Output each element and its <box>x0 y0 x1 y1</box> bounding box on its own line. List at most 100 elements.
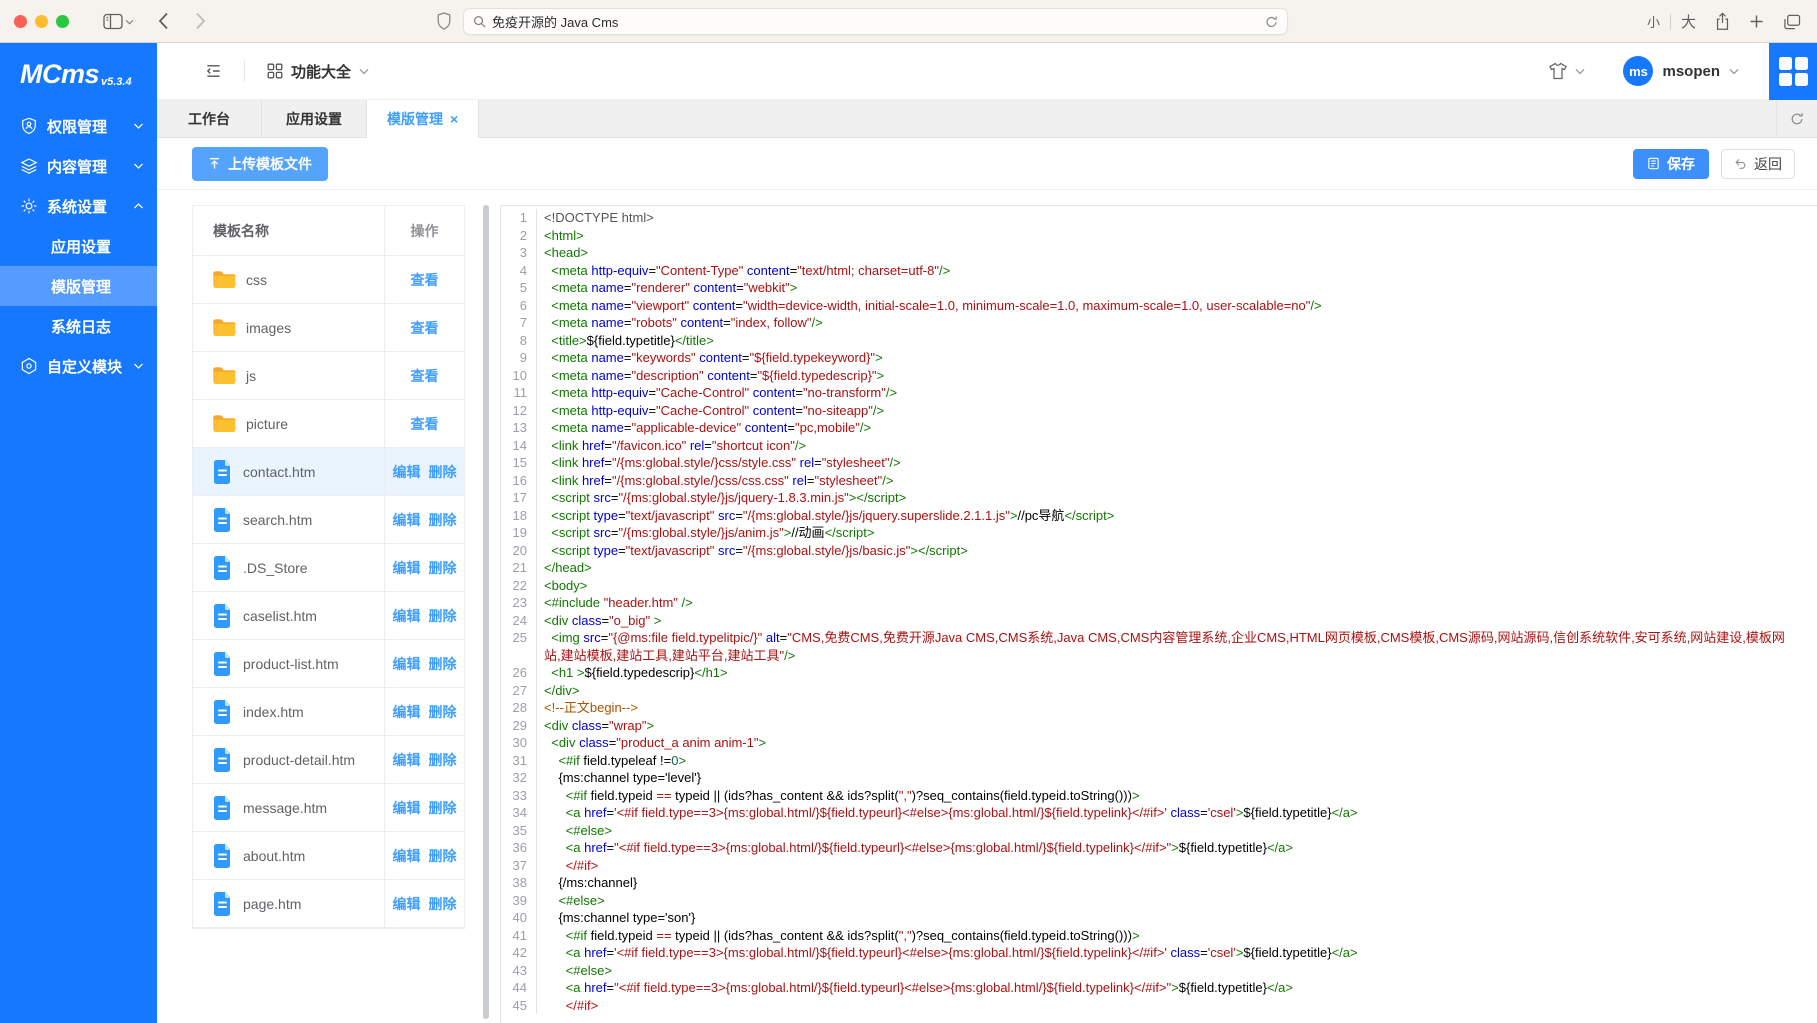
file-row-product-list.htm[interactable]: product-list.htm编辑删除 <box>193 640 464 688</box>
file-row-caselist.htm[interactable]: caselist.htm编辑删除 <box>193 592 464 640</box>
code-text[interactable]: <meta name="description" content="${fiel… <box>537 367 1817 385</box>
address-bar[interactable]: 免疫开源的 Java Cms <box>463 8 1288 35</box>
edit-link[interactable]: 编辑 <box>393 606 421 626</box>
delete-link[interactable]: 删除 <box>429 750 457 770</box>
new-tab-icon[interactable] <box>1749 14 1764 29</box>
code-text[interactable]: <div class="wrap"> <box>537 717 1817 735</box>
edit-link[interactable]: 编辑 <box>393 846 421 866</box>
file-row-picture[interactable]: picture查看 <box>193 400 464 448</box>
file-row-contact.htm[interactable]: contact.htm编辑删除 <box>193 448 464 496</box>
delete-link[interactable]: 删除 <box>429 606 457 626</box>
minimize-window-button[interactable] <box>35 15 48 28</box>
view-link[interactable]: 查看 <box>411 414 439 434</box>
code-text[interactable]: <h1 >${field.typedescrip}</h1> <box>537 664 1817 682</box>
sidebar-item-permission-management[interactable]: 权限管理 <box>0 106 157 146</box>
save-button[interactable]: 保存 <box>1633 149 1709 179</box>
file-row-js[interactable]: js查看 <box>193 352 464 400</box>
sidebar-chevron-icon[interactable] <box>125 12 134 30</box>
sidebar-item-custom-module[interactable]: 自定义模块 <box>0 346 157 386</box>
sidebar-subitem-template-management[interactable]: 模版管理 <box>0 266 157 306</box>
file-row-product-detail.htm[interactable]: product-detail.htm编辑删除 <box>193 736 464 784</box>
code-text[interactable]: </div> <box>537 682 1817 700</box>
code-text[interactable]: <meta name="applicable-device" content="… <box>537 419 1817 437</box>
share-icon[interactable] <box>1715 12 1730 31</box>
edit-link[interactable]: 编辑 <box>393 510 421 530</box>
zoom-in-label[interactable]: 大 <box>1681 11 1696 32</box>
code-text[interactable]: <div class="o_big" > <box>537 612 1817 630</box>
delete-link[interactable]: 删除 <box>429 798 457 818</box>
code-text[interactable]: <script src="/{ms:global.style/}js/jquer… <box>537 489 1817 507</box>
file-list-scrollbar[interactable] <box>483 205 489 1019</box>
code-text[interactable]: </head> <box>537 559 1817 577</box>
code-text[interactable]: {ms:channel type='son'} <box>537 909 1817 927</box>
theme-skin-icon[interactable] <box>1548 62 1585 80</box>
code-text[interactable]: <a href="<#if field.type==3>{ms:global.h… <box>537 979 1817 997</box>
code-text[interactable]: <meta name="renderer" content="webkit"> <box>537 279 1817 297</box>
upload-template-button[interactable]: 上传模板文件 <box>192 147 328 181</box>
sidebar-subitem-app-settings[interactable]: 应用设置 <box>0 226 157 266</box>
code-text[interactable]: <meta name="robots" content="index, foll… <box>537 314 1817 332</box>
zoom-out-label[interactable]: 小 <box>1647 12 1660 31</box>
code-text[interactable]: {/ms:channel} <box>537 874 1817 892</box>
code-text[interactable]: <!DOCTYPE html> <box>537 209 1817 227</box>
code-text[interactable]: {ms:channel type='level'} <box>537 769 1817 787</box>
code-text[interactable]: <meta name="viewport" content="width=dev… <box>537 297 1817 315</box>
code-text[interactable]: </#if> <box>537 857 1817 875</box>
view-link[interactable]: 查看 <box>411 366 439 386</box>
code-text[interactable]: <script src="/{ms:global.style/}js/anim.… <box>537 524 1817 542</box>
file-row-message.htm[interactable]: message.htm编辑删除 <box>193 784 464 832</box>
delete-link[interactable]: 删除 <box>429 846 457 866</box>
file-row-search.htm[interactable]: search.htm编辑删除 <box>193 496 464 544</box>
file-row-about.htm[interactable]: about.htm编辑删除 <box>193 832 464 880</box>
file-row-css[interactable]: css查看 <box>193 256 464 304</box>
code-text[interactable]: <#else> <box>537 822 1817 840</box>
sidebar-item-system-settings[interactable]: 系统设置 <box>0 186 157 226</box>
delete-link[interactable]: 删除 <box>429 558 457 578</box>
code-text[interactable]: <img src="{@ms:file field.typelitpic/}" … <box>537 629 1817 664</box>
code-text[interactable]: <#if field.typeid == typeid || (ids?has_… <box>537 787 1817 805</box>
sidebar-subitem-system-log[interactable]: 系统日志 <box>0 306 157 346</box>
privacy-shield-icon[interactable] <box>437 12 451 35</box>
file-row-page.htm[interactable]: page.htm编辑删除 <box>193 880 464 928</box>
code-text[interactable]: <meta http-equiv="Cache-Control" content… <box>537 384 1817 402</box>
code-text[interactable]: <div class="product_a anim anim-1"> <box>537 734 1817 752</box>
collapse-sidebar-icon[interactable] <box>205 63 222 79</box>
app-logo[interactable]: MCms v5.3.4 <box>0 43 157 100</box>
code-text[interactable]: <meta http-equiv="Content-Type" content=… <box>537 262 1817 280</box>
code-text[interactable]: <#if field.typeid == typeid || (ids?has_… <box>537 927 1817 945</box>
browser-sidebar-icon[interactable] <box>103 13 123 30</box>
edit-link[interactable]: 编辑 <box>393 462 421 482</box>
apps-grid-button[interactable] <box>1769 43 1817 100</box>
delete-link[interactable]: 删除 <box>429 702 457 722</box>
code-editor[interactable]: 1<!DOCTYPE html>2<html>3<head>4 <meta ht… <box>500 205 1817 1023</box>
file-row-images[interactable]: images查看 <box>193 304 464 352</box>
refresh-tab-icon[interactable] <box>1776 100 1817 137</box>
code-text[interactable]: <meta http-equiv="Cache-Control" content… <box>537 402 1817 420</box>
view-link[interactable]: 查看 <box>411 318 439 338</box>
file-row-.DS_Store[interactable]: .DS_Store编辑删除 <box>193 544 464 592</box>
user-menu[interactable]: ms msopen <box>1623 56 1739 86</box>
file-row-index.htm[interactable]: index.htm编辑删除 <box>193 688 464 736</box>
code-text[interactable]: <#include "header.htm" /> <box>537 594 1817 612</box>
code-text[interactable]: <a href='<#if field.type==3>{ms:global.h… <box>537 944 1817 962</box>
view-link[interactable]: 查看 <box>411 270 439 290</box>
code-text[interactable]: <body> <box>537 577 1817 595</box>
code-text[interactable]: <head> <box>537 244 1817 262</box>
sidebar-item-content-management[interactable]: 内容管理 <box>0 146 157 186</box>
code-text[interactable]: <link href="/{ms:global.style/}css/css.c… <box>537 472 1817 490</box>
browser-forward-icon[interactable] <box>195 12 206 30</box>
code-text[interactable]: <script type="text/javascript" src="/{ms… <box>537 507 1817 525</box>
fullscreen-window-button[interactable] <box>56 15 69 28</box>
code-text[interactable]: <#else> <box>537 892 1817 910</box>
delete-link[interactable]: 删除 <box>429 654 457 674</box>
code-text[interactable]: <#else> <box>537 962 1817 980</box>
edit-link[interactable]: 编辑 <box>393 654 421 674</box>
tab-app-settings[interactable]: 应用设置 <box>262 100 367 137</box>
tab-overview-icon[interactable] <box>1783 14 1801 30</box>
code-text[interactable]: <link href="/{ms:global.style/}css/style… <box>537 454 1817 472</box>
edit-link[interactable]: 编辑 <box>393 894 421 914</box>
back-button[interactable]: 返回 <box>1721 149 1795 179</box>
edit-link[interactable]: 编辑 <box>393 798 421 818</box>
code-text[interactable]: <script type="text/javascript" src="/{ms… <box>537 542 1817 560</box>
browser-back-icon[interactable] <box>158 12 169 30</box>
